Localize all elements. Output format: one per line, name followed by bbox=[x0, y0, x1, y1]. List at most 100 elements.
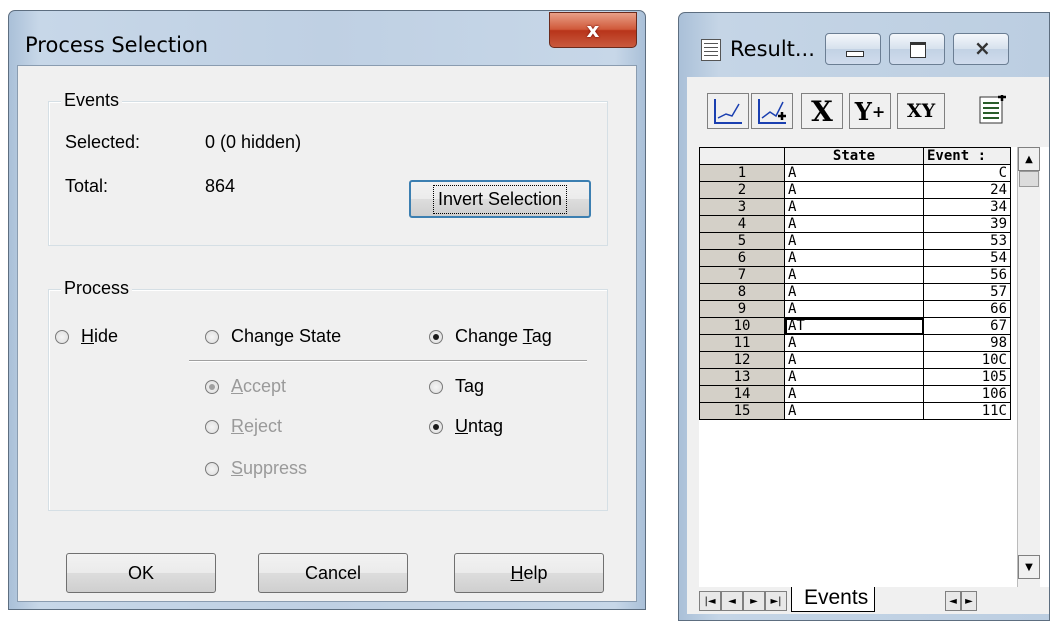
row-number-cell[interactable]: 1 bbox=[699, 164, 785, 182]
radio-tag[interactable]: Tag bbox=[429, 376, 484, 397]
vertical-scrollbar[interactable]: ▲ ▼ bbox=[1017, 147, 1040, 587]
event-cell[interactable]: 105 bbox=[923, 368, 1011, 386]
tab-scroll-left-button[interactable]: ◄ bbox=[945, 591, 961, 611]
event-cell[interactable]: 106 bbox=[923, 385, 1011, 403]
row-number-cell[interactable]: 6 bbox=[699, 249, 785, 267]
row-number-cell[interactable]: 8 bbox=[699, 283, 785, 301]
table-export-button[interactable] bbox=[973, 93, 1013, 129]
add-plot-button[interactable] bbox=[751, 93, 793, 129]
state-cell[interactable]: A bbox=[784, 385, 924, 403]
state-cell[interactable]: A bbox=[784, 402, 924, 420]
row-number-cell[interactable]: 10 bbox=[699, 317, 785, 335]
maximize-button[interactable] bbox=[889, 33, 945, 65]
row-number-cell[interactable]: 3 bbox=[699, 198, 785, 216]
event-cell[interactable]: 66 bbox=[923, 300, 1011, 318]
table-row[interactable]: 11 A 98 bbox=[699, 334, 1011, 352]
state-cell[interactable]: A bbox=[784, 300, 924, 318]
help-button[interactable]: Help bbox=[454, 553, 604, 593]
scroll-down-icon: ▼ bbox=[1025, 561, 1033, 573]
next-sheet-icon: ► bbox=[750, 595, 758, 607]
state-column-header[interactable]: State bbox=[784, 147, 924, 165]
close-window-button[interactable]: × bbox=[953, 33, 1009, 65]
tab-scroll-right-button[interactable]: ► bbox=[961, 591, 977, 611]
event-cell[interactable]: 54 bbox=[923, 249, 1011, 267]
radio-change-tag[interactable]: Change Tag bbox=[429, 326, 552, 347]
event-cell[interactable]: 24 bbox=[923, 181, 1011, 199]
row-number-cell[interactable]: 2 bbox=[699, 181, 785, 199]
table-row[interactable]: 8 A 57 bbox=[699, 283, 1011, 301]
ok-button[interactable]: OK bbox=[66, 553, 216, 593]
radio-hide[interactable]: Hide bbox=[55, 326, 118, 347]
state-cell[interactable]: A bbox=[784, 181, 924, 199]
table-row[interactable]: 10 AT 67 bbox=[699, 317, 1011, 335]
table-row[interactable]: 13 A 105 bbox=[699, 368, 1011, 386]
last-sheet-button[interactable]: ►| bbox=[765, 591, 787, 611]
plot-line-button[interactable] bbox=[707, 93, 749, 129]
table-row[interactable]: 6 A 54 bbox=[699, 249, 1011, 267]
sheet-tab-events[interactable]: Events bbox=[791, 587, 876, 612]
close-button[interactable]: x bbox=[549, 12, 637, 48]
event-cell[interactable]: 53 bbox=[923, 232, 1011, 250]
state-cell[interactable]: AT bbox=[784, 317, 924, 335]
radio-suppress[interactable]: Suppress bbox=[205, 458, 307, 479]
cancel-button[interactable]: Cancel bbox=[258, 553, 408, 593]
state-cell[interactable]: A bbox=[784, 249, 924, 267]
xy-button[interactable]: XY bbox=[897, 93, 945, 129]
prev-sheet-icon: ◄ bbox=[728, 595, 736, 607]
minimize-button[interactable] bbox=[825, 33, 881, 65]
x-axis-button[interactable]: X bbox=[801, 93, 843, 129]
state-cell[interactable]: A bbox=[784, 215, 924, 233]
prev-sheet-button[interactable]: ◄ bbox=[721, 591, 743, 611]
table-row[interactable]: 12 A 10C bbox=[699, 351, 1011, 369]
state-cell[interactable]: A bbox=[784, 266, 924, 284]
radio-untag[interactable]: Untag bbox=[429, 416, 503, 437]
event-cell[interactable]: 57 bbox=[923, 283, 1011, 301]
radio-change-state[interactable]: Change State bbox=[205, 326, 341, 347]
state-cell[interactable]: A bbox=[784, 164, 924, 182]
table-row[interactable]: 5 A 53 bbox=[699, 232, 1011, 250]
row-number-cell[interactable]: 15 bbox=[699, 402, 785, 420]
event-cell[interactable]: 98 bbox=[923, 334, 1011, 352]
state-cell[interactable]: A bbox=[784, 198, 924, 216]
event-column-header[interactable]: Event : bbox=[923, 147, 1011, 165]
table-row[interactable]: 7 A 56 bbox=[699, 266, 1011, 284]
state-cell[interactable]: A bbox=[784, 232, 924, 250]
invert-selection-label: Invert Selection bbox=[432, 184, 568, 214]
scroll-up-button[interactable]: ▲ bbox=[1018, 147, 1040, 171]
event-cell[interactable]: 10C bbox=[923, 351, 1011, 369]
row-number-cell[interactable]: 12 bbox=[699, 351, 785, 369]
table-row[interactable]: 2 A 24 bbox=[699, 181, 1011, 199]
row-number-cell[interactable]: 4 bbox=[699, 215, 785, 233]
scroll-thumb[interactable] bbox=[1019, 171, 1039, 187]
row-number-cell[interactable]: 14 bbox=[699, 385, 785, 403]
y-axis-button[interactable]: Y + bbox=[849, 93, 891, 129]
row-number-cell[interactable]: 9 bbox=[699, 300, 785, 318]
row-number-cell[interactable]: 13 bbox=[699, 368, 785, 386]
table-row[interactable]: 15 A 11C bbox=[699, 402, 1011, 420]
invert-selection-button[interactable]: Invert Selection bbox=[409, 180, 591, 218]
event-cell[interactable]: C bbox=[923, 164, 1011, 182]
state-cell[interactable]: A bbox=[784, 368, 924, 386]
table-row[interactable]: 3 A 34 bbox=[699, 198, 1011, 216]
radio-accept[interactable]: Accept bbox=[205, 376, 286, 397]
state-cell[interactable]: A bbox=[784, 283, 924, 301]
radio-reject[interactable]: Reject bbox=[205, 416, 282, 437]
state-cell[interactable]: A bbox=[784, 351, 924, 369]
event-cell[interactable]: 34 bbox=[923, 198, 1011, 216]
event-cell[interactable]: 67 bbox=[923, 317, 1011, 335]
table-row[interactable]: 4 A 39 bbox=[699, 215, 1011, 233]
table-row[interactable]: 14 A 106 bbox=[699, 385, 1011, 403]
table-row[interactable]: 9 A 66 bbox=[699, 300, 1011, 318]
state-cell[interactable]: A bbox=[784, 334, 924, 352]
event-cell[interactable]: 39 bbox=[923, 215, 1011, 233]
first-sheet-button[interactable]: |◄ bbox=[699, 591, 721, 611]
event-cell[interactable]: 56 bbox=[923, 266, 1011, 284]
row-number-cell[interactable]: 11 bbox=[699, 334, 785, 352]
radio-change-state-circle bbox=[205, 329, 219, 344]
row-number-cell[interactable]: 5 bbox=[699, 232, 785, 250]
next-sheet-button[interactable]: ► bbox=[743, 591, 765, 611]
table-row[interactable]: 1AC bbox=[699, 164, 1011, 182]
scroll-down-button[interactable]: ▼ bbox=[1018, 555, 1040, 579]
row-number-cell[interactable]: 7 bbox=[699, 266, 785, 284]
event-cell[interactable]: 11C bbox=[923, 402, 1011, 420]
